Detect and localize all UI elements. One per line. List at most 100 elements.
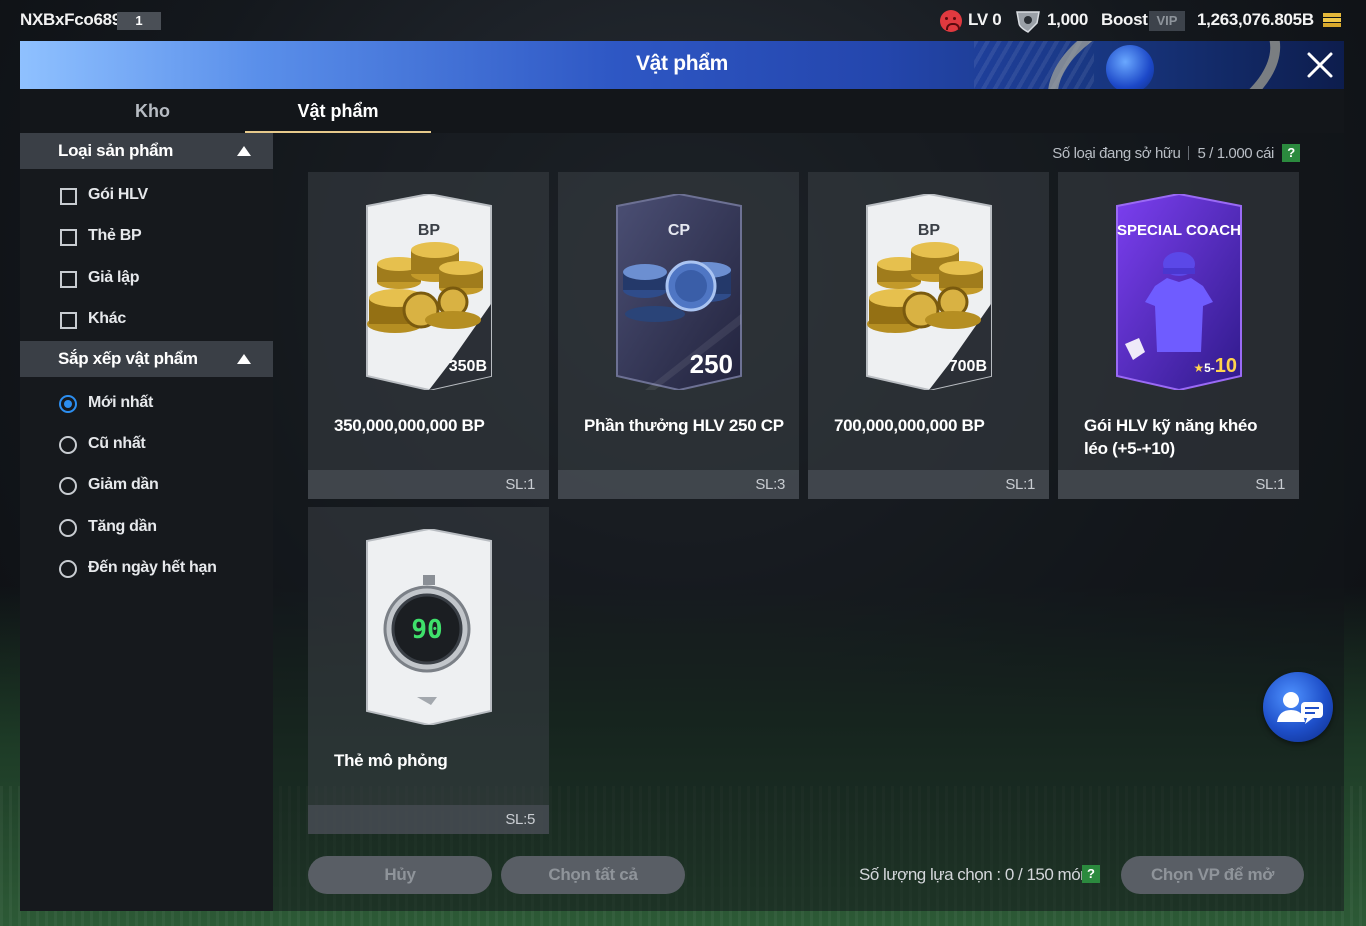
sort-label: Tăng dần — [88, 517, 157, 535]
item-name: Phần thưởng HLV 250 CP — [584, 416, 784, 435]
dialog-title: Vật phẩm — [635, 52, 729, 75]
sort-title: Sắp xếp vật phẩm — [58, 348, 198, 368]
filter-sidebar: Loại sản phẩm Gói HLV Thẻ BP Giả lập Khá… — [20, 133, 273, 911]
sort-descending[interactable]: Giảm dần — [20, 465, 273, 506]
sort-label: Mới nhất — [88, 393, 153, 411]
card-tag: BP — [417, 222, 441, 239]
card-tag: CP — [667, 222, 691, 239]
bp-coins-card-icon: BP 350B — [365, 194, 493, 390]
help-icon[interactable]: ? — [1082, 865, 1100, 883]
item-card[interactable]: 90 Thẻ mô phỏng SL:5 — [308, 507, 549, 834]
stopwatch-card-icon: 90 — [365, 529, 493, 725]
card-value: 250 — [689, 349, 733, 379]
divider — [1188, 146, 1190, 160]
sad-face-icon — [940, 10, 962, 32]
tab-bar: Kho Vật phẩm — [20, 89, 1344, 133]
sort-ascending[interactable]: Tăng dần — [20, 507, 273, 548]
sort-expiry[interactable]: Đến ngày hết hạn — [20, 548, 273, 589]
card-value: 700B — [948, 358, 987, 375]
open-selected-button[interactable]: Chọn VP để mở — [1121, 856, 1304, 894]
filter-the-bp[interactable]: Thẻ BP — [20, 216, 273, 257]
vip-badge[interactable]: VIP — [1149, 11, 1185, 31]
item-card[interactable]: CP 250 Phần thưởng HLV 250 CP SL:3 — [558, 172, 799, 499]
item-qty: SL:1 — [1255, 476, 1285, 493]
item-card[interactable]: BP 350B 350,000,000,000 BP SL:1 — [308, 172, 549, 499]
card-value-max: 10 — [1214, 355, 1237, 377]
caret-up-icon — [237, 353, 251, 364]
username: NXBxFco689 — [20, 10, 121, 29]
selection-count: Số lượng lựa chọn : 0 / 150 món — [859, 865, 1090, 884]
qty-bar: SL:1 — [1058, 470, 1299, 499]
bp-balance: 1,263,076.805B — [1197, 10, 1314, 29]
item-qty: SL:5 — [505, 811, 535, 828]
qty-bar: SL:3 — [558, 470, 799, 499]
owned-value: 5 / 1.000 cái — [1197, 144, 1274, 162]
filter-label: Giả lập — [88, 268, 140, 286]
cp-coins-card-icon: CP 250 — [615, 194, 743, 390]
radio-button[interactable] — [59, 394, 77, 413]
checkbox[interactable] — [60, 270, 77, 288]
shield-coin-icon — [1016, 11, 1040, 33]
item-qty: SL:1 — [505, 476, 535, 493]
card-tag: BP — [917, 222, 941, 239]
item-name: 350,000,000,000 BP — [334, 416, 485, 435]
tab-vat-pham[interactable]: Vật phẩm — [245, 89, 431, 133]
bp-stack-icon — [1323, 13, 1341, 27]
item-card[interactable]: SPECIAL COACH ★5-10 Gói HLV kỹ năng khéo… — [1058, 172, 1299, 499]
radio-button[interactable] — [59, 435, 77, 454]
item-name: Gói HLV kỹ năng khéo léo (+5-+10) — [1084, 416, 1258, 458]
bp-coins-card-icon: BP 700B — [865, 194, 993, 390]
coin-balance: 1,000 — [1047, 10, 1089, 29]
tab-kho[interactable]: Kho — [60, 89, 245, 133]
sort-label: Đến ngày hết hạn — [88, 559, 217, 577]
sort-label: Cũ nhất — [88, 434, 146, 452]
owned-count: Số loại đang sở hữu 5 / 1.000 cái ? — [1052, 144, 1300, 162]
radio-button[interactable] — [59, 518, 77, 537]
radio-button[interactable] — [59, 477, 77, 496]
qty-bar: SL:1 — [808, 470, 1049, 499]
star-icon: ★ — [1193, 361, 1205, 375]
item-qty: SL:3 — [755, 476, 785, 493]
card-value: 350B — [448, 358, 487, 375]
top-bar: NXBxFco689 1 LV 0 1,000 Boost VIP 1,263,… — [0, 0, 1366, 41]
dialog-title-bar: Vật phẩm — [20, 41, 1344, 89]
checkbox[interactable] — [60, 188, 77, 205]
help-icon[interactable]: ? — [1282, 144, 1300, 162]
filter-label: Thẻ BP — [88, 227, 142, 245]
item-qty: SL:1 — [1005, 476, 1035, 493]
sort-newest[interactable]: Mới nhất — [20, 383, 273, 424]
boost-label[interactable]: Boost — [1101, 10, 1148, 30]
select-all-button[interactable]: Chọn tất cả — [501, 856, 685, 894]
filter-label: Khác — [88, 310, 126, 328]
card-value-prefix: 5- — [1204, 361, 1215, 375]
sort-oldest[interactable]: Cũ nhất — [20, 424, 273, 465]
checkbox[interactable] — [60, 229, 77, 247]
user-level-badge: 1 — [117, 12, 161, 30]
filter-khac[interactable]: Khác — [20, 299, 273, 340]
qty-bar: SL:5 — [308, 805, 549, 834]
chat-support-button[interactable] — [1263, 672, 1333, 742]
qty-bar: SL:1 — [308, 470, 549, 499]
filter-label: Gói HLV — [88, 186, 148, 203]
cancel-button[interactable]: Hủy — [308, 856, 492, 894]
product-type-title: Loại sản phẩm — [58, 141, 174, 160]
product-type-header[interactable]: Loại sản phẩm — [20, 133, 273, 169]
filter-goi-hlv[interactable]: Gói HLV — [20, 175, 273, 216]
item-name: 700,000,000,000 BP — [834, 416, 985, 435]
items-dialog: Vật phẩm Kho Vật phẩm Loại sản phẩm Gói … — [20, 41, 1344, 911]
owned-label: Số loại đang sở hữu — [1052, 144, 1181, 162]
item-card[interactable]: BP 700B 700,000,000,000 BP SL:1 — [808, 172, 1049, 499]
sort-header[interactable]: Sắp xếp vật phẩm — [20, 340, 273, 377]
stopwatch-value: 90 — [411, 615, 443, 645]
level-text: LV 0 — [968, 10, 1002, 29]
checkbox[interactable] — [60, 312, 77, 330]
card-tag: SPECIAL COACH — [1117, 222, 1241, 239]
filter-gia-lap[interactable]: Giả lập — [20, 258, 273, 299]
sort-label: Giảm dần — [88, 476, 159, 494]
card-value: ★5-10 — [1193, 355, 1237, 378]
special-coach-card-icon: SPECIAL COACH ★5-10 — [1115, 194, 1243, 390]
caret-up-icon — [237, 146, 251, 156]
close-icon[interactable] — [1304, 49, 1336, 81]
chat-icon — [1277, 692, 1323, 724]
radio-button[interactable] — [59, 560, 77, 579]
